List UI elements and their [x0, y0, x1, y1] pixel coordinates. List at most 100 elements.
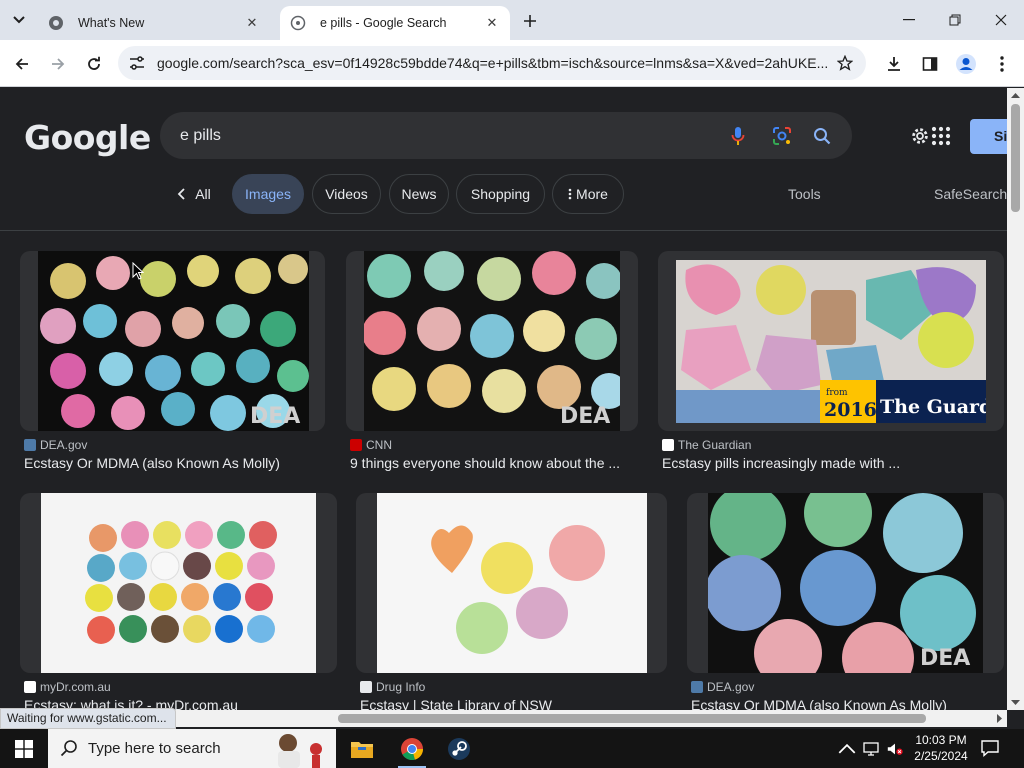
chip-label: All: [195, 186, 211, 202]
scroll-up-arrow-icon[interactable]: [1007, 90, 1024, 102]
folder-icon: [351, 741, 373, 758]
chip-all[interactable]: All: [166, 174, 222, 214]
image-result-3[interactable]: from 2016 The Guardian: [658, 251, 1004, 431]
close-window-button[interactable]: [978, 0, 1024, 40]
chip-videos[interactable]: Videos: [312, 174, 381, 214]
safesearch-button[interactable]: SafeSearch: [934, 186, 1007, 202]
volume-muted-icon[interactable]: [886, 740, 904, 758]
tab-e-pills-search[interactable]: e pills - Google Search ✕: [280, 6, 510, 40]
dea-favicon-icon: [691, 681, 703, 693]
image-result-1[interactable]: DEA: [20, 251, 325, 431]
pills-thumbnail: from 2016 The Guardian: [676, 260, 986, 423]
source-name: Drug Info: [376, 680, 426, 694]
result-caption[interactable]: Ecstasy pills increasingly made with ...: [662, 455, 1002, 471]
pills-thumbnail: DEA: [708, 493, 983, 673]
pills-thumbnail: DEA: [38, 251, 309, 431]
address-bar[interactable]: google.com/search?sca_esv=0f14928c59bdde…: [118, 46, 866, 80]
tools-button[interactable]: Tools: [788, 186, 821, 202]
google-lens-icon[interactable]: [771, 125, 793, 147]
result-source[interactable]: myDr.com.au: [24, 680, 111, 694]
restore-button[interactable]: [932, 0, 978, 40]
image-result-2[interactable]: DEA: [346, 251, 638, 431]
system-clock[interactable]: 10:03 PM 2/25/2024: [908, 732, 974, 764]
horizontal-scroll-thumb[interactable]: [338, 714, 926, 723]
pills-thumbnail: DEA: [364, 251, 620, 431]
search-box[interactable]: e pills: [160, 112, 852, 159]
taskbar-search-box[interactable]: Type here to search: [48, 729, 336, 768]
chip-shopping[interactable]: Shopping: [456, 174, 545, 214]
svg-text:DEA: DEA: [250, 404, 300, 429]
close-icon: [995, 14, 1007, 26]
result-source[interactable]: The Guardian: [662, 438, 751, 452]
tab-title: What's New: [78, 16, 145, 30]
bookmark-star-icon[interactable]: [836, 54, 854, 72]
search-query[interactable]: e pills: [180, 127, 221, 145]
tab-search-button[interactable]: [6, 8, 32, 32]
back-button[interactable]: [8, 50, 36, 78]
scroll-down-arrow-icon[interactable]: [1007, 696, 1024, 708]
chip-label: Images: [245, 186, 291, 202]
svg-text:DEA: DEA: [920, 646, 970, 671]
result-caption[interactable]: Ecstasy Or MDMA (also Known As Molly): [24, 455, 324, 471]
chrome-taskbar-button[interactable]: [390, 729, 434, 768]
mydr-favicon-icon: [24, 681, 36, 693]
kebab-menu-icon: [1000, 56, 1004, 72]
search-icon[interactable]: [811, 125, 833, 147]
new-tab-button[interactable]: [518, 9, 542, 33]
forward-button[interactable]: [44, 50, 72, 78]
browser-menu-button[interactable]: [988, 50, 1016, 78]
close-tab-icon[interactable]: ✕: [482, 13, 502, 33]
google-logo[interactable]: Google: [24, 118, 151, 157]
result-caption[interactable]: 9 things everyone should know about the …: [350, 455, 640, 471]
start-button[interactable]: [0, 729, 48, 768]
chip-news[interactable]: News: [389, 174, 449, 214]
tab-strip: What's New ✕ e pills - Google Search ✕: [0, 0, 1024, 40]
result-source[interactable]: CNN: [350, 438, 392, 452]
chip-label: Videos: [325, 186, 368, 202]
settings-gear-icon[interactable]: [908, 124, 932, 148]
source-name: myDr.com.au: [40, 680, 111, 694]
image-result-4[interactable]: [20, 493, 337, 673]
result-source[interactable]: DEA.gov: [24, 438, 87, 452]
scroll-right-arrow-icon[interactable]: [993, 710, 1005, 727]
result-source[interactable]: Drug Info: [360, 680, 425, 694]
source-name: DEA.gov: [40, 438, 88, 452]
plus-icon: [524, 15, 536, 27]
result-caption[interactable]: Ecstasy Or MDMA (also Known As Molly): [691, 697, 1003, 710]
vertical-scroll-thumb[interactable]: [1011, 104, 1020, 212]
windows-logo-icon: [15, 739, 33, 758]
guardian-from-text: from: [826, 388, 848, 398]
globe-icon: [290, 15, 306, 31]
notification-center-icon[interactable]: [980, 738, 1000, 758]
reload-button[interactable]: [80, 50, 108, 78]
minimize-button[interactable]: [886, 0, 932, 40]
site-info-icon[interactable]: [128, 54, 146, 72]
chrome-icon: [48, 15, 64, 31]
chevron-left-icon: [177, 188, 185, 200]
image-result-5[interactable]: [356, 493, 667, 673]
network-icon[interactable]: [862, 740, 880, 758]
downloads-button[interactable]: [880, 50, 908, 78]
dea-favicon-icon: [24, 439, 36, 451]
pills-thumbnail: [41, 493, 316, 673]
profile-button[interactable]: [952, 50, 980, 78]
result-source[interactable]: DEA.gov: [691, 680, 754, 694]
status-bubble: Waiting for www.gstatic.com...: [0, 708, 176, 729]
google-apps-icon[interactable]: [931, 126, 951, 146]
microphone-icon[interactable]: [727, 125, 749, 147]
chip-more[interactable]: More: [552, 174, 624, 214]
image-result-6[interactable]: DEA: [687, 493, 1004, 673]
profile-avatar-icon: [956, 54, 976, 74]
chevron-up-icon[interactable]: [838, 740, 856, 758]
close-tab-icon[interactable]: ✕: [242, 13, 262, 33]
tab-whats-new[interactable]: What's New ✕: [38, 6, 270, 40]
file-explorer-taskbar-button[interactable]: [340, 729, 384, 768]
result-caption[interactable]: Ecstasy | State Library of NSW: [360, 697, 660, 710]
side-panel-button[interactable]: [916, 50, 944, 78]
sign-in-button[interactable]: Si: [970, 119, 1007, 154]
steam-icon: [448, 737, 470, 760]
chip-images[interactable]: Images: [232, 174, 304, 214]
taskbar-search-placeholder: Type here to search: [88, 740, 221, 757]
vertical-scrollbar[interactable]: [1007, 88, 1024, 710]
steam-taskbar-button[interactable]: [437, 729, 481, 768]
